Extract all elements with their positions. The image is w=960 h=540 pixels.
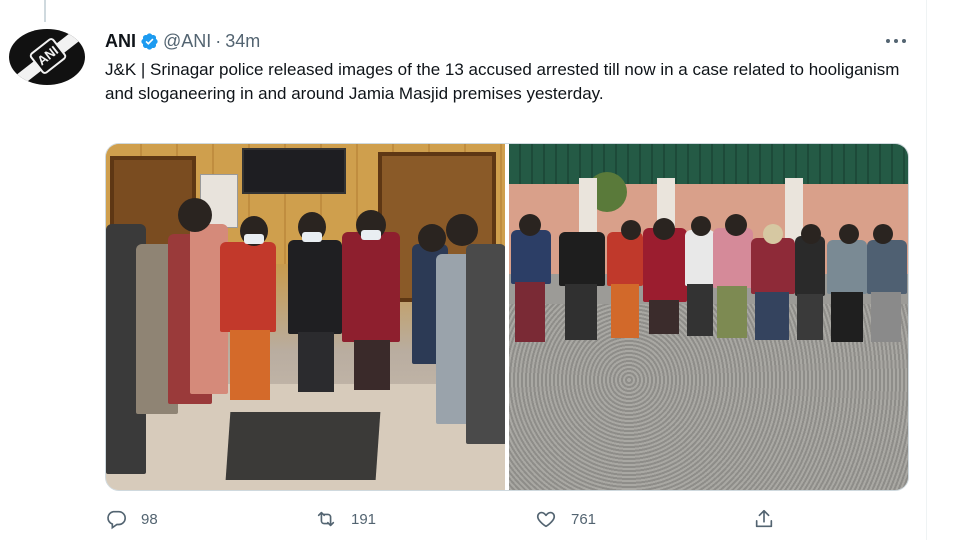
photo-person-head <box>800 224 821 244</box>
share-icon <box>755 509 773 528</box>
photo-person-legs <box>230 330 270 400</box>
reply-button[interactable]: 98 <box>105 505 158 533</box>
photo-person-legs <box>870 292 901 342</box>
photo-person-legs <box>830 292 863 342</box>
media-photo-right[interactable] <box>508 144 908 490</box>
photo-person <box>826 240 867 294</box>
photo-person <box>342 232 400 342</box>
photo-person <box>288 240 342 334</box>
photo-person-mask <box>361 230 381 240</box>
more-dot <box>894 39 898 43</box>
photo-person-legs <box>754 292 789 340</box>
retweet-icon <box>317 511 335 527</box>
tweet-actions: 98 191 761 <box>105 505 805 533</box>
timeline-border <box>926 0 927 540</box>
photo-person-head <box>762 224 783 244</box>
header-separator: · <box>215 30 222 51</box>
photo-person <box>866 240 907 294</box>
photo-person-legs <box>686 284 713 336</box>
photo-person-legs <box>610 284 639 338</box>
photo-floor-mat <box>225 412 381 480</box>
photo-person <box>220 242 276 332</box>
photo-television <box>242 148 346 194</box>
photo-person <box>466 244 505 444</box>
tweet-header: ANI @ANI · 34m <box>105 30 260 52</box>
photo-person-head <box>724 214 747 236</box>
media-photo-left[interactable] <box>106 144 505 490</box>
photo-roof <box>508 144 908 184</box>
photo-person-legs <box>514 282 545 342</box>
author-handle[interactable]: @ANI <box>163 31 211 52</box>
photo-person-head <box>690 216 711 236</box>
photo-person <box>510 230 551 284</box>
photo-person-head <box>418 224 446 252</box>
more-horizontal-icon[interactable] <box>882 34 910 48</box>
share-button[interactable] <box>753 505 789 533</box>
photo-person <box>750 238 795 294</box>
more-dot <box>886 39 890 43</box>
photo-person-head <box>652 218 675 240</box>
photo-person-legs <box>796 294 823 340</box>
reply-icon <box>107 510 126 530</box>
photo-person-legs <box>564 284 597 340</box>
retweet-count: 191 <box>351 510 377 528</box>
photo-person-head <box>620 220 641 240</box>
more-dot <box>902 39 906 43</box>
photo-person-head <box>872 224 893 244</box>
author-name[interactable]: ANI <box>105 31 136 52</box>
photo-person-mask <box>244 234 264 244</box>
verified-badge-icon <box>141 32 158 50</box>
retweet-button[interactable]: 191 <box>315 505 376 533</box>
photo-person-mask <box>302 232 322 242</box>
photo-person-legs <box>298 332 334 392</box>
like-count: 761 <box>571 510 597 528</box>
like-button[interactable]: 761 <box>535 505 596 533</box>
media-grid <box>105 143 909 491</box>
reply-count: 98 <box>141 510 158 528</box>
photo-person <box>684 230 715 286</box>
photo-person-head <box>446 214 478 246</box>
photo-person-head <box>178 198 212 232</box>
thread-connector-line <box>44 0 46 22</box>
avatar[interactable]: ANI <box>9 29 85 85</box>
tweet-timestamp[interactable]: 34m <box>225 31 260 52</box>
photo-person-legs <box>716 286 747 338</box>
photo-person-legs <box>648 300 679 334</box>
photo-person <box>558 232 605 286</box>
photo-person <box>794 236 825 296</box>
photo-person <box>606 232 643 286</box>
tweet-text: J&K | Srinagar police released images of… <box>105 60 900 103</box>
photo-person-head <box>838 224 859 244</box>
photo-person-legs <box>354 340 390 390</box>
photo-person-head <box>518 214 541 236</box>
heart-icon <box>536 511 556 528</box>
photo-person <box>712 228 753 288</box>
